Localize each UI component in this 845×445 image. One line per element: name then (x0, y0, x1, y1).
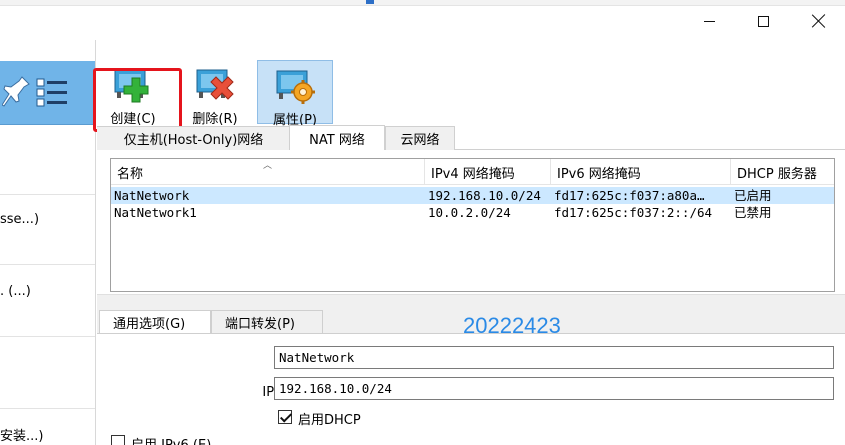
pin-icon (2, 76, 30, 107)
tab-host-only[interactable]: 仅主机(Host-Only)网络 (97, 126, 291, 150)
column-header-ipv6[interactable]: IPv6 网络掩码 (551, 159, 731, 185)
tab-port-forwarding[interactable]: 端口转发(P) (211, 310, 323, 333)
delete-button[interactable]: 删除(R) (183, 60, 247, 127)
cell-name: NatNetwork (114, 188, 190, 203)
sidebar-tools-button[interactable] (0, 61, 95, 125)
cell-dhcp: 已禁用 (734, 205, 772, 220)
highlight-annotation-box (93, 68, 182, 132)
general-options-form: 名称(N): NatNetwork IPv4 网络掩码(4): 192.168.… (97, 333, 845, 445)
watermark-text: 20222423 (463, 313, 561, 338)
cell-ipv4: 10.0.2.0/24 (428, 205, 511, 220)
maximize-icon (757, 15, 769, 27)
left-sidebar: sse...) . (...) 安装...) (0, 40, 96, 445)
tab-nat-network[interactable]: NAT 网络 (289, 125, 385, 150)
column-header-name[interactable]: 名称 ︿ (111, 159, 425, 185)
sidebar-item[interactable]: sse...) (0, 212, 39, 227)
minimize-button[interactable] (686, 6, 732, 36)
properties-button[interactable]: 属性(P) (257, 60, 333, 128)
sort-ascending-icon: ︿ (263, 161, 273, 171)
title-bar (0, 0, 845, 40)
cell-ipv6: fd17:625c:f037:a80a… (554, 188, 705, 203)
enable-dhcp-checkbox[interactable] (278, 410, 292, 424)
close-icon (812, 14, 826, 28)
minimize-icon (703, 20, 715, 22)
nat-network-table: 名称 ︿ IPv4 网络掩码 IPv6 网络掩码 DHCP 服务器 NatNet… (110, 158, 835, 292)
sidebar-item[interactable]: . (...) (0, 284, 31, 299)
network-type-tabs: 仅主机(Host-Only)网络 NAT 网络 云网络 (97, 125, 845, 150)
tab-general-options[interactable]: 通用选项(G) (99, 310, 211, 333)
ipv4-prefix-field[interactable]: 192.168.10.0/24 (274, 377, 834, 400)
cell-name: NatNetwork1 (114, 205, 197, 220)
enable-ipv6-label: 启用 IPv6 (E) (131, 434, 211, 445)
delete-network-icon (195, 64, 235, 104)
column-header-dhcp[interactable]: DHCP 服务器 (731, 159, 834, 185)
table-row[interactable]: NatNetwork 192.168.10.0/24 fd17:625c:f03… (111, 187, 834, 204)
maximize-button[interactable] (740, 6, 786, 36)
delete-label: 删除(R) (192, 112, 238, 127)
close-button[interactable] (796, 6, 842, 36)
table-row[interactable]: NatNetwork1 10.0.2.0/24 fd17:625c:f037:2… (111, 204, 834, 221)
cell-ipv4: 192.168.10.0/24 (428, 188, 541, 203)
cell-ipv6: fd17:625c:f037:2::/64 (554, 205, 713, 220)
enable-dhcp-label: 启用DHCP (298, 413, 361, 428)
properties-network-icon (275, 65, 315, 105)
network-toolbar: 创建(C) 删除(R) 属性(P) (97, 60, 845, 128)
enable-ipv6-checkbox[interactable] (111, 435, 125, 445)
column-header-ipv4[interactable]: IPv4 网络掩码 (425, 159, 551, 185)
sidebar-item[interactable]: 安装...) (0, 425, 43, 444)
virtualbox-network-manager: sse...) . (...) 安装...) 创建(C) 删除(R) 属性(P)… (0, 0, 845, 445)
table-header: 名称 ︿ IPv4 网络掩码 IPv6 网络掩码 DHCP 服务器 (111, 159, 834, 185)
list-icon (36, 78, 67, 107)
name-field[interactable]: NatNetwork (274, 346, 834, 369)
cell-dhcp: 已启用 (734, 188, 772, 203)
tab-cloud-network[interactable]: 云网络 (385, 126, 455, 150)
